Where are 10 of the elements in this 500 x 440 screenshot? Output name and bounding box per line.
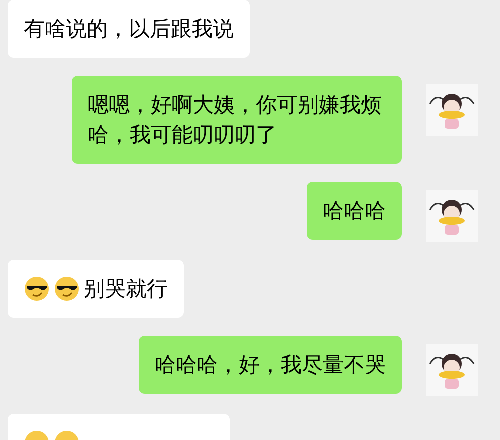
message-text: 别哭就行 bbox=[84, 276, 168, 303]
avatar-icon bbox=[426, 344, 478, 396]
avatar-icon bbox=[426, 190, 478, 242]
sunglasses-emoji-icon bbox=[54, 276, 80, 302]
message-bubble: 哈哈哈，好，我尽量不哭 bbox=[139, 336, 402, 394]
sunglasses-emoji-icon bbox=[24, 276, 50, 302]
message-bubble: 有啥说的，以后跟我说 bbox=[8, 0, 250, 58]
avatar-icon bbox=[426, 84, 478, 136]
message-bubble: 嗯嗯，好啊大姨，你可别嫌我烦哈，我可能叨叨叨了 bbox=[72, 76, 402, 164]
message-bubble: 哈哈哈 bbox=[307, 182, 402, 240]
